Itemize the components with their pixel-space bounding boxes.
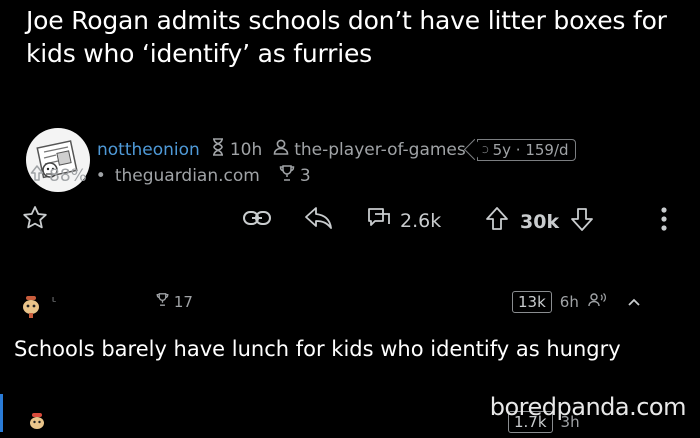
comments-count: 2.6k: [400, 209, 442, 232]
post-score: 30k: [520, 210, 560, 233]
post-domain[interactable]: theguardian.com: [115, 166, 260, 186]
user-icon: [273, 138, 289, 161]
comment-stats: 13k 6h: [512, 291, 641, 313]
post-stats-row: 88% • theguardian.com 3: [30, 164, 311, 187]
post-meta-row: nottheonion 10h the-player-of-games ○ 5y…: [97, 138, 576, 161]
reply-commenter-avatar[interactable]: [24, 408, 50, 438]
upvote-ratio: 88%: [49, 165, 87, 186]
author-flair-text: 5y · 159/d: [492, 140, 569, 159]
post-awards-count: 3: [299, 165, 311, 186]
dot-icon: ○: [480, 144, 489, 155]
save-star-icon[interactable]: [22, 205, 48, 235]
author-flair-badge: ○ 5y · 159/d: [476, 138, 576, 161]
post-title: Joe Rogan admits schools don’t have litt…: [26, 6, 667, 68]
link-icon[interactable]: [242, 206, 272, 234]
comment-icon: [366, 206, 392, 235]
more-options-icon[interactable]: [660, 206, 668, 236]
watermark: boredpanda.com: [489, 393, 687, 421]
collapse-chevron-icon[interactable]: [627, 292, 641, 312]
share-icon[interactable]: [304, 205, 334, 235]
downvote-arrow-icon[interactable]: [569, 206, 595, 237]
comment-meta: ᴸ 17: [52, 292, 193, 311]
comments-button[interactable]: 2.6k: [366, 206, 441, 235]
separator-dot: •: [95, 165, 106, 186]
trophy-icon: [279, 164, 295, 187]
hourglass-icon: [211, 138, 225, 161]
comment-trophy-icon: [156, 292, 169, 311]
comment-score: 13k: [512, 291, 552, 313]
commenter-avatar[interactable]: [16, 290, 46, 324]
upvote-arrow-icon[interactable]: [484, 206, 510, 237]
comment-age: 6h: [559, 293, 579, 311]
comment-username[interactable]: ᴸ: [52, 295, 56, 308]
reply-thread-bar: [0, 394, 3, 432]
post-author[interactable]: the-player-of-games: [294, 140, 466, 160]
upvote-ratio-icon: [30, 165, 44, 186]
vote-controls: 30k: [484, 206, 595, 237]
comment-text: Schools barely have lunch for kids who i…: [14, 337, 621, 361]
reply-emote-icon: [587, 292, 607, 313]
comment-awards-count: 17: [173, 292, 193, 311]
post-age: 10h: [229, 139, 263, 160]
subreddit-name[interactable]: nottheonion: [97, 140, 200, 160]
